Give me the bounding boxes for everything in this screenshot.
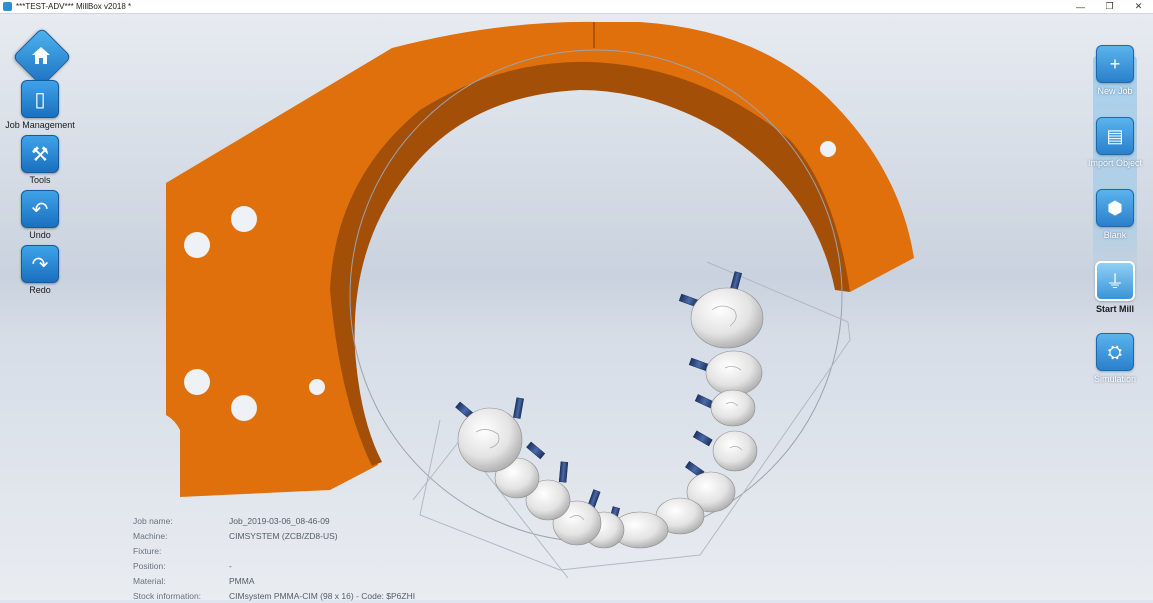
redo-icon: ↷ [21,245,59,283]
undo-button[interactable]: ↶ Undo [4,190,76,240]
import-object-icon: ▤ [1096,117,1134,155]
app-logo-icon [3,2,12,11]
title-bar: ***TEST-ADV*** MillBox v2018 * — ❐ ✕ [0,0,1153,14]
machine-value: CIMSYSTEM (ZCB/ZD8-US) [229,530,338,541]
job-management-button[interactable]: ▯ Job Management [4,80,76,130]
blank-button[interactable]: ⬢ Blank [1080,189,1150,240]
material-value: PMMA [229,575,255,586]
job-info-row: Material: PMMA [133,573,415,588]
tools-button[interactable]: ⚒ Tools [4,135,76,185]
import-object-label: Import Object [1087,158,1143,168]
material-label: Material: [133,575,166,586]
job-info-row: Machine: CIMSYSTEM (ZCB/ZD8-US) [133,528,415,543]
dental-bridge [457,287,764,549]
minimize-button[interactable]: — [1066,0,1095,13]
start-mill-label: Start Mill [1095,304,1134,314]
job-info-row: Stock information: CIMsystem PMMA-CIM (98… [133,588,415,603]
new-job-label: New Job [1097,86,1133,96]
machine-label: Machine: [133,530,168,541]
job-name-label: Job name: [133,515,173,526]
job-management-icon: ▯ [21,80,59,118]
position-value: - [229,560,232,571]
restore-button[interactable]: ❐ [1095,0,1124,13]
tools-icon: ⚒ [21,135,59,173]
start-mill-button[interactable]: ⏚ Start Mill [1080,261,1150,314]
close-button[interactable]: ✕ [1124,0,1153,13]
import-object-button[interactable]: ▤ Import Object [1080,117,1150,168]
blank-icon: ⬢ [1096,189,1134,227]
stock-information-label: Stock information: [133,590,202,601]
undo-label: Undo [29,230,51,240]
job-info-panel: Job name: Job_2019-03-06_08-46-09 Machine… [133,513,415,603]
job-info-row: Position: - [133,558,415,573]
home-icon [32,47,50,64]
undo-icon: ↶ [21,190,59,228]
position-label: Position: [133,560,166,571]
blank-label: Blank [1103,230,1127,240]
simulation-label: Simulation [1093,374,1137,384]
redo-button[interactable]: ↷ Redo [4,245,76,295]
job-name-value: Job_2019-03-06_08-46-09 [229,515,330,526]
stock-information-value: CIMsystem PMMA-CIM (98 x 16) - Code: $P6… [229,590,416,601]
redo-label: Redo [29,285,51,295]
simulation-button[interactable]: ⛭ Simulation [1080,333,1150,384]
fixture-label: Fixture: [133,545,162,556]
tools-label: Tools [29,175,51,185]
job-info-row: Job name: Job_2019-03-06_08-46-09 [133,513,415,528]
simulation-icon: ⛭ [1096,333,1134,371]
start-mill-icon: ⏚ [1095,261,1135,301]
new-job-button[interactable]: + New Job [1080,45,1150,96]
new-job-icon: + [1096,45,1134,83]
job-management-label: Job Management [5,120,75,130]
window-title: ***TEST-ADV*** MillBox v2018 * [16,2,132,11]
job-info-row: Fixture: [133,543,415,558]
